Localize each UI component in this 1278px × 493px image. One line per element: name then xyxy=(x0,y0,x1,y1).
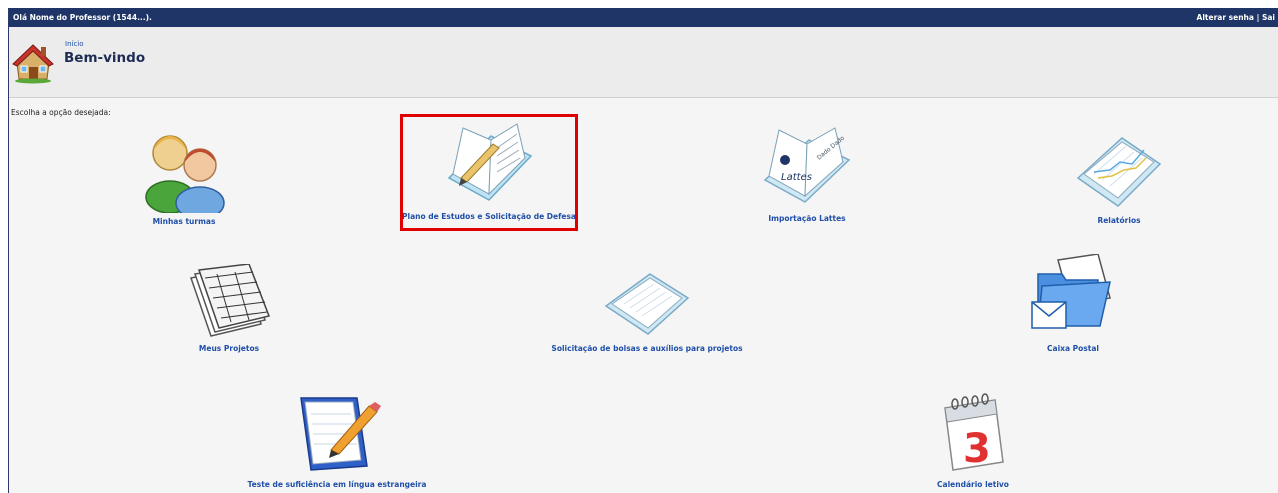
tile-solicitacao-bolsas[interactable]: Solicitação de bolsas e auxílios para pr… xyxy=(517,270,777,353)
folder-mail-icon xyxy=(1031,254,1111,329)
tile-label: Caixa Postal xyxy=(1047,344,1099,353)
notepad-pencil-icon xyxy=(300,397,381,471)
tile-label: Minhas turmas xyxy=(152,217,216,226)
top-bar: Olá Nome do Professor (1544...). Alterar… xyxy=(9,8,1278,27)
tile-label: Teste de suficiência em língua estrangei… xyxy=(247,480,427,489)
people-icon xyxy=(145,135,225,213)
calendar-day: 3 xyxy=(963,426,991,472)
user-greeting: Olá Nome do Professor (1544...). xyxy=(13,13,152,22)
tile-label: Plano de Estudos e Solicitação de Defesa xyxy=(402,212,576,221)
house-icon[interactable] xyxy=(11,41,55,85)
top-links: Alterar senha | Sai xyxy=(1197,8,1275,27)
change-password-link[interactable]: Alterar senha xyxy=(1197,13,1254,22)
svg-text:Lattes: Lattes xyxy=(781,172,812,183)
link-separator: | xyxy=(1256,13,1260,22)
tile-label: Importação Lattes xyxy=(768,214,846,223)
calendar-icon: 3 xyxy=(944,393,1004,472)
page-frame: Olá Nome do Professor (1544...). Alterar… xyxy=(8,8,1278,493)
logout-link[interactable]: Sai xyxy=(1262,13,1275,22)
breadcrumb[interactable]: Início xyxy=(65,40,84,48)
tile-meus-projetos[interactable]: Meus Projetos xyxy=(99,264,359,353)
tile-plano-de-estudos[interactable]: Plano de Estudos e Solicitação de Defesa xyxy=(359,120,619,221)
lattes-book-icon: Lattes Dado Dado xyxy=(763,127,851,203)
report-chart-icon xyxy=(1076,137,1162,207)
tile-caixa-postal[interactable]: Caixa Postal xyxy=(943,254,1203,353)
page-title: Bem-vindo xyxy=(64,50,146,66)
tile-calendario-letivo[interactable]: 3 Calendário letivo xyxy=(843,392,1103,489)
tile-teste-suficiencia[interactable]: Teste de suficiência em língua estrangei… xyxy=(207,392,467,489)
choose-option-prompt: Escolha a opção desejada: xyxy=(11,108,111,117)
tile-label: Meus Projetos xyxy=(198,344,260,353)
page-header: Início Bem-vindo xyxy=(9,27,1278,98)
tile-importacao-lattes[interactable]: Lattes Dado Dado Importação Lattes xyxy=(677,126,937,223)
tile-label: Solicitação de bolsas e auxílios para pr… xyxy=(551,344,743,353)
tile-label: Relatórios xyxy=(1097,216,1141,225)
spreadsheet-stack-icon xyxy=(190,264,271,337)
tile-relatorios[interactable]: Relatórios xyxy=(989,128,1249,225)
notebook-pencil-icon xyxy=(447,123,533,201)
document-icon xyxy=(604,273,690,335)
tile-minhas-turmas[interactable]: Minhas turmas xyxy=(54,123,314,226)
tile-label: Calendário letivo xyxy=(937,480,1009,489)
